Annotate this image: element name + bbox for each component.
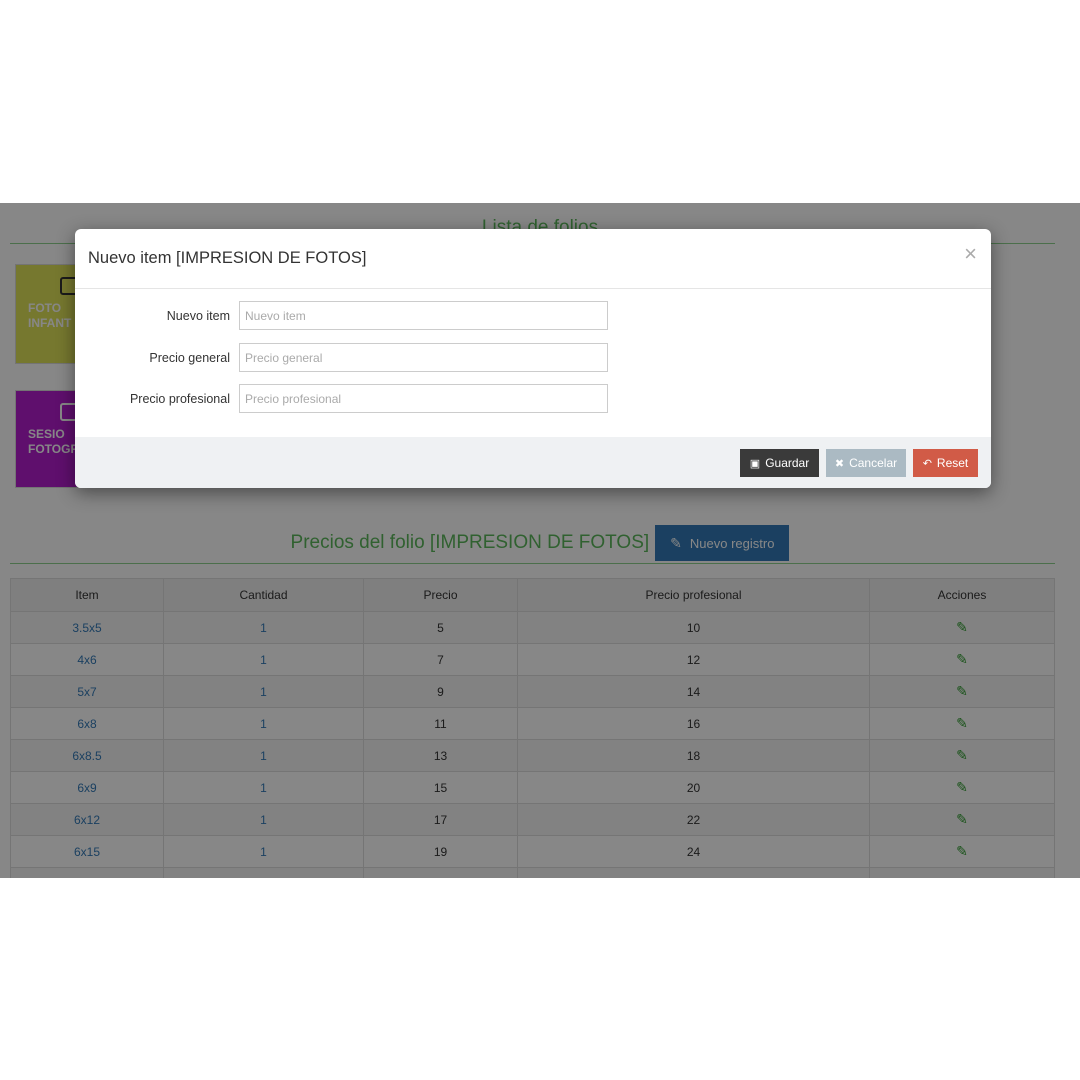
modal-header: Nuevo item [IMPRESION DE FOTOS] × <box>75 229 991 289</box>
app-frame: Lista de folios FOTO INFANT SESIO FOTOGR… <box>0 203 1080 878</box>
nuevo-item-label: Nuevo item <box>166 309 230 323</box>
form-row-nuevo-item: Nuevo item <box>75 301 991 331</box>
modal-title: Nuevo item [IMPRESION DE FOTOS] <box>88 249 367 267</box>
floppy-disk-icon: ▣ <box>749 457 761 470</box>
precio-general-input[interactable] <box>239 343 608 372</box>
save-button[interactable]: ▣ Guardar <box>740 449 819 477</box>
precio-profesional-input[interactable] <box>239 384 608 413</box>
reset-label: Reset <box>936 456 969 470</box>
modal-footer: ▣ Guardar ✖ Cancelar ↶ Reset <box>75 437 991 488</box>
cancel-label: Cancelar <box>849 456 898 470</box>
form-row-precio-general: Precio general <box>75 343 991 373</box>
reset-button[interactable]: ↶ Reset <box>913 449 978 477</box>
nuevo-item-input[interactable] <box>239 301 608 330</box>
close-icon[interactable]: × <box>964 243 977 265</box>
save-label: Guardar <box>765 456 810 470</box>
precio-general-label: Precio general <box>149 351 230 365</box>
cancel-button[interactable]: ✖ Cancelar <box>826 449 906 477</box>
new-item-modal: Nuevo item [IMPRESION DE FOTOS] × Nuevo … <box>75 229 991 488</box>
form-row-precio-profesional: Precio profesional <box>75 384 991 414</box>
precio-profesional-label: Precio profesional <box>129 392 230 406</box>
undo-icon: ↶ <box>922 457 932 470</box>
close-icon: ✖ <box>834 457 845 470</box>
